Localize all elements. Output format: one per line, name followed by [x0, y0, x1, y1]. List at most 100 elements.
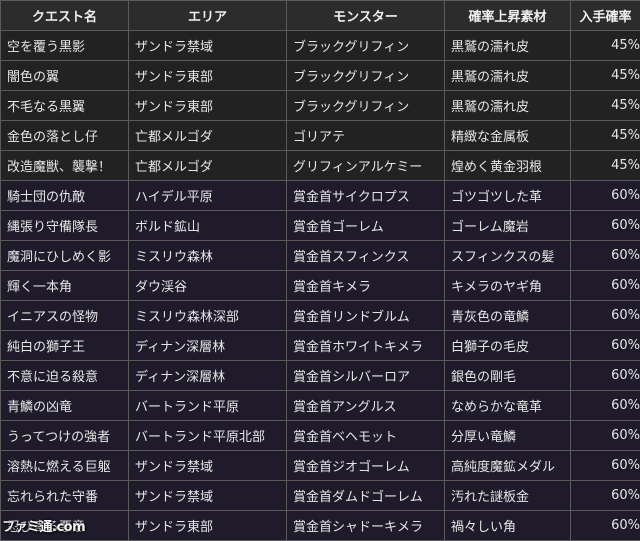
cell-area: ハイデル平原 [129, 181, 287, 211]
cell-quest-name: 騎士団の仇敵 [1, 181, 129, 211]
cell-material: 汚れた謎板金 [445, 481, 571, 511]
cell-monster: 賞金首スフィンクス [287, 241, 445, 271]
cell-monster: 賞金首ホワイトキメラ [287, 331, 445, 361]
cell-area: ダウ渓谷 [129, 271, 287, 301]
cell-rate: 60% [571, 211, 640, 241]
cell-rate: 60% [571, 241, 640, 271]
cell-monster: 賞金首リンドブルム [287, 301, 445, 331]
cell-quest-name: 闇色の翼 [1, 61, 129, 91]
cell-area: 亡都メルゴダ [129, 121, 287, 151]
table-row: 忘れられた守番ザンドラ禁域賞金首ダムドゴーレム汚れた謎板金60% [1, 481, 640, 511]
cell-monster: ブラックグリフィン [287, 31, 445, 61]
table-row: 縄張り守備隊長ボルド鉱山賞金首ゴーレムゴーレム魔岩60% [1, 211, 640, 241]
cell-material: キメラのヤギ角 [445, 271, 571, 301]
cell-area: 亡都メルゴダ [129, 151, 287, 181]
table-row: 輝く一本角ダウ渓谷賞金首キメラキメラのヤギ角60% [1, 271, 640, 301]
cell-material: 青灰色の竜鱗 [445, 301, 571, 331]
table-row: 空を覆う黒影ザンドラ禁域ブラックグリフィン黒鷲の濡れ皮45% [1, 31, 640, 61]
cell-rate: 60% [571, 451, 640, 481]
table-row: 騎士団の仇敵ハイデル平原賞金首サイクロプスゴツゴツした革60% [1, 181, 640, 211]
cell-rate: 45% [571, 151, 640, 181]
cell-material: 黒鷲の濡れ皮 [445, 61, 571, 91]
cell-monster: 賞金首ダムドゴーレム [287, 481, 445, 511]
cell-material: ゴーレム魔岩 [445, 211, 571, 241]
cell-material: なめらかな竜革 [445, 391, 571, 421]
cell-quest-name: 金色の落とし仔 [1, 121, 129, 151]
cell-rate: 60% [571, 421, 640, 451]
cell-area: バートランド平原北部 [129, 421, 287, 451]
cell-material: 高純度魔鉱メダル [445, 451, 571, 481]
cell-quest-name: 魔洞にひしめく影 [1, 241, 129, 271]
cell-monster: ゴリアテ [287, 121, 445, 151]
cell-material: 煌めく黄金羽根 [445, 151, 571, 181]
cell-rate: 45% [571, 121, 640, 151]
cell-area: ボルド鉱山 [129, 211, 287, 241]
cell-quest-name: 忘れられた守番 [1, 481, 129, 511]
quest-drop-table: クエスト名 エリア モンスター 確率上昇素材 入手確率 空を覆う黒影ザンドラ禁域… [0, 0, 640, 541]
table-row: 闇色の翼ザンドラ東部ブラックグリフィン黒鷲の濡れ皮45% [1, 61, 640, 91]
cell-area: ザンドラ東部 [129, 91, 287, 121]
cell-quest-name: 輝く一本角 [1, 271, 129, 301]
cell-quest-name: 縄張り守備隊長 [1, 211, 129, 241]
header-rate: 入手確率 [571, 1, 640, 31]
header-area: エリア [129, 1, 287, 31]
cell-material: 分厚い竜鱗 [445, 421, 571, 451]
table-row: うってつけの強者バートランド平原北部賞金首ベヘモット分厚い竜鱗60% [1, 421, 640, 451]
cell-rate: 45% [571, 91, 640, 121]
table-row: 金色の落とし仔亡都メルゴダゴリアテ精緻な金属板45% [1, 121, 640, 151]
header-material: 確率上昇素材 [445, 1, 571, 31]
cell-area: ザンドラ禁域 [129, 31, 287, 61]
site-watermark: ファミ通.com [2, 516, 85, 535]
cell-quest-name: うってつけの強者 [1, 421, 129, 451]
cell-rate: 60% [571, 481, 640, 511]
cell-quest-name: 青鱗の凶竜 [1, 391, 129, 421]
cell-area: ザンドラ東部 [129, 61, 287, 91]
cell-material: 銀色の剛毛 [445, 361, 571, 391]
cell-material: 黒鷲の濡れ皮 [445, 31, 571, 61]
cell-area: ミスリウ森林深部 [129, 301, 287, 331]
cell-material: 白獅子の毛皮 [445, 331, 571, 361]
cell-monster: 賞金首ジオゴーレム [287, 451, 445, 481]
cell-monster: 賞金首シルバーロア [287, 361, 445, 391]
cell-monster: 賞金首ゴーレム [287, 211, 445, 241]
cell-rate: 60% [571, 391, 640, 421]
cell-quest-name: 改造魔獣、襲撃！ [1, 151, 129, 181]
cell-rate: 60% [571, 361, 640, 391]
cell-quest-name: 不意に迫る殺意 [1, 361, 129, 391]
cell-material: 黒鷲の濡れ皮 [445, 91, 571, 121]
table-row: 青鱗の凶竜バートランド平原賞金首アングルスなめらかな竜革60% [1, 391, 640, 421]
cell-monster: 賞金首ベヘモット [287, 421, 445, 451]
table-row: 魔洞にひしめく影ミスリウ森林賞金首スフィンクススフィンクスの髪60% [1, 241, 640, 271]
table-row: 不毛なる黒翼ザンドラ東部ブラックグリフィン黒鷲の濡れ皮45% [1, 91, 640, 121]
cell-monster: グリフィンアルケミー [287, 151, 445, 181]
table-row: 不意に迫る殺意ディナン深層林賞金首シルバーロア銀色の剛毛60% [1, 361, 640, 391]
cell-area: ザンドラ東部 [129, 511, 287, 541]
cell-monster: 賞金首サイクロプス [287, 181, 445, 211]
cell-quest-name: 純白の獅子王 [1, 331, 129, 361]
cell-quest-name: イニアスの怪物 [1, 301, 129, 331]
header-monster: モンスター [287, 1, 445, 31]
header-quest-name: クエスト名 [1, 1, 129, 31]
table-row: 溶熱に燃える巨躯ザンドラ禁域賞金首ジオゴーレム高純度魔鉱メダル60% [1, 451, 640, 481]
table-row: イニアスの怪物ミスリウ森林深部賞金首リンドブルム青灰色の竜鱗60% [1, 301, 640, 331]
cell-monster: ブラックグリフィン [287, 61, 445, 91]
cell-quest-name: 不毛なる黒翼 [1, 91, 129, 121]
cell-monster: 賞金首シャドーキメラ [287, 511, 445, 541]
cell-rate: 60% [571, 511, 640, 541]
cell-material: スフィンクスの髪 [445, 241, 571, 271]
cell-monster: ブラックグリフィン [287, 91, 445, 121]
cell-rate: 45% [571, 31, 640, 61]
cell-monster: 賞金首アングルス [287, 391, 445, 421]
cell-rate: 60% [571, 331, 640, 361]
cell-rate: 45% [571, 61, 640, 91]
cell-rate: 60% [571, 301, 640, 331]
cell-rate: 60% [571, 271, 640, 301]
cell-area: ディナン深層林 [129, 331, 287, 361]
cell-quest-name: 溶熱に燃える巨躯 [1, 451, 129, 481]
table-row: 改造魔獣、襲撃！亡都メルゴダグリフィンアルケミー煌めく黄金羽根45% [1, 151, 640, 181]
cell-area: ザンドラ禁域 [129, 481, 287, 511]
cell-material: 精緻な金属板 [445, 121, 571, 151]
table-header-row: クエスト名 エリア モンスター 確率上昇素材 入手確率 [1, 1, 640, 31]
cell-material: 禍々しい角 [445, 511, 571, 541]
cell-material: ゴツゴツした革 [445, 181, 571, 211]
